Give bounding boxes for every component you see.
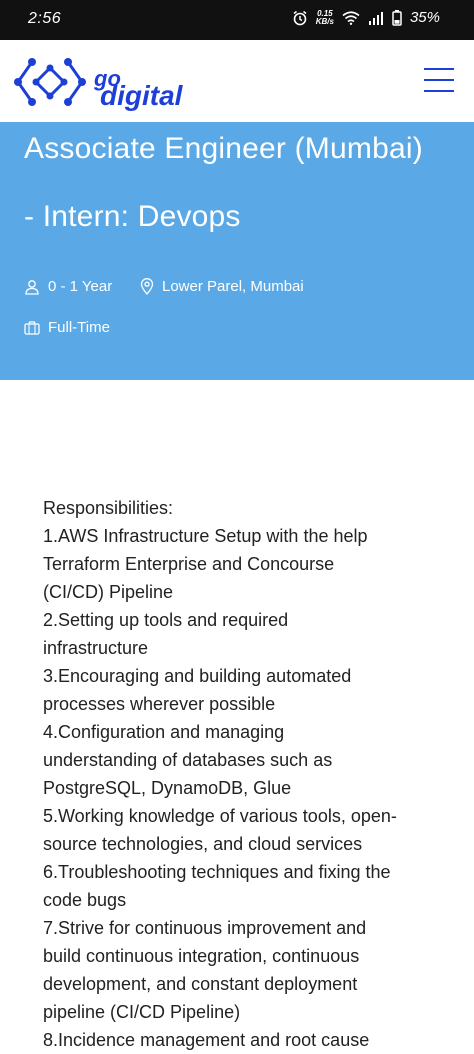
experience-meta: 0 - 1 Year	[24, 278, 112, 295]
description-line: 1.AWS Infrastructure Setup with the help	[43, 526, 368, 546]
location-text: Lower Parel, Mumbai	[162, 278, 304, 295]
job-type-meta: Full-Time	[24, 319, 110, 336]
description-line: understanding of databases such as	[43, 750, 333, 770]
description-line: pipeline (CI/CD Pipeline)	[43, 1002, 241, 1022]
description-line: 8.Incidence management and root cause	[43, 1030, 370, 1050]
network-speed: 0.15 KB/s	[315, 9, 334, 26]
alarm-icon	[293, 10, 307, 25]
description-line: development, and constant deployment	[43, 974, 358, 994]
job-title-line-1: Associate Engineer (Mumbai)	[24, 132, 423, 165]
menu-bar-icon	[424, 79, 454, 81]
job-header-banner: Associate Engineer (Mumbai) - Intern: De…	[0, 122, 474, 380]
status-icons: 0.15 KB/s 35%	[292, 9, 440, 26]
hamburger-menu-button[interactable]	[424, 66, 454, 94]
description-line: build continuous integration, continuous	[43, 946, 360, 966]
description-line: Responsibilities:	[43, 498, 174, 518]
description-line: (CI/CD) Pipeline	[43, 582, 174, 602]
description-line: 4.Configuration and managing	[43, 722, 285, 742]
status-bar: 2:56 0.15 KB/s 35%	[0, 0, 474, 40]
description-line: 6.Troubleshooting techniques and fixing …	[43, 862, 391, 882]
menu-bar-icon	[424, 90, 454, 92]
description-line: code bugs	[43, 890, 127, 910]
briefcase-icon	[24, 321, 40, 335]
description-line: processes wherever possible	[43, 694, 276, 714]
logo-network-icon	[14, 58, 86, 106]
description-line: infrastructure	[43, 638, 149, 658]
logo-digital-text: digital	[100, 80, 183, 111]
job-type-text: Full-Time	[48, 319, 110, 336]
network-speed-unit: KB/s	[315, 16, 334, 26]
experience-text: 0 - 1 Year	[48, 278, 113, 295]
battery-level: 35%	[409, 9, 440, 26]
status-time: 2:56	[28, 10, 62, 27]
description-line: Terraform Enterprise and Concourse	[43, 554, 335, 574]
menu-bar-icon	[424, 68, 454, 70]
job-description: Responsibilities: 1.AWS Infrastructure S…	[43, 494, 443, 1054]
description-line: 3.Encouraging and building automated	[43, 666, 352, 686]
description-line: 5.Working knowledge of various tools, op…	[43, 806, 397, 826]
description-line: source technologies, and cloud services	[43, 834, 363, 854]
signal-icon	[368, 11, 383, 25]
wifi-icon	[342, 10, 360, 25]
location-pin-icon	[140, 278, 154, 295]
description-line: 2.Setting up tools and required	[43, 610, 289, 630]
description-line: PostgreSQL, DynamoDB, Glue	[43, 778, 292, 798]
person-icon	[25, 279, 39, 295]
battery-icon	[392, 9, 402, 26]
godigital-logo[interactable]: go digital	[14, 54, 194, 110]
job-title-line-2: - Intern: Devops	[24, 200, 241, 233]
site-header: go digital	[0, 40, 474, 122]
description-line: 7.Strive for continuous improvement and	[43, 918, 367, 938]
location-meta: Lower Parel, Mumbai	[140, 278, 304, 295]
